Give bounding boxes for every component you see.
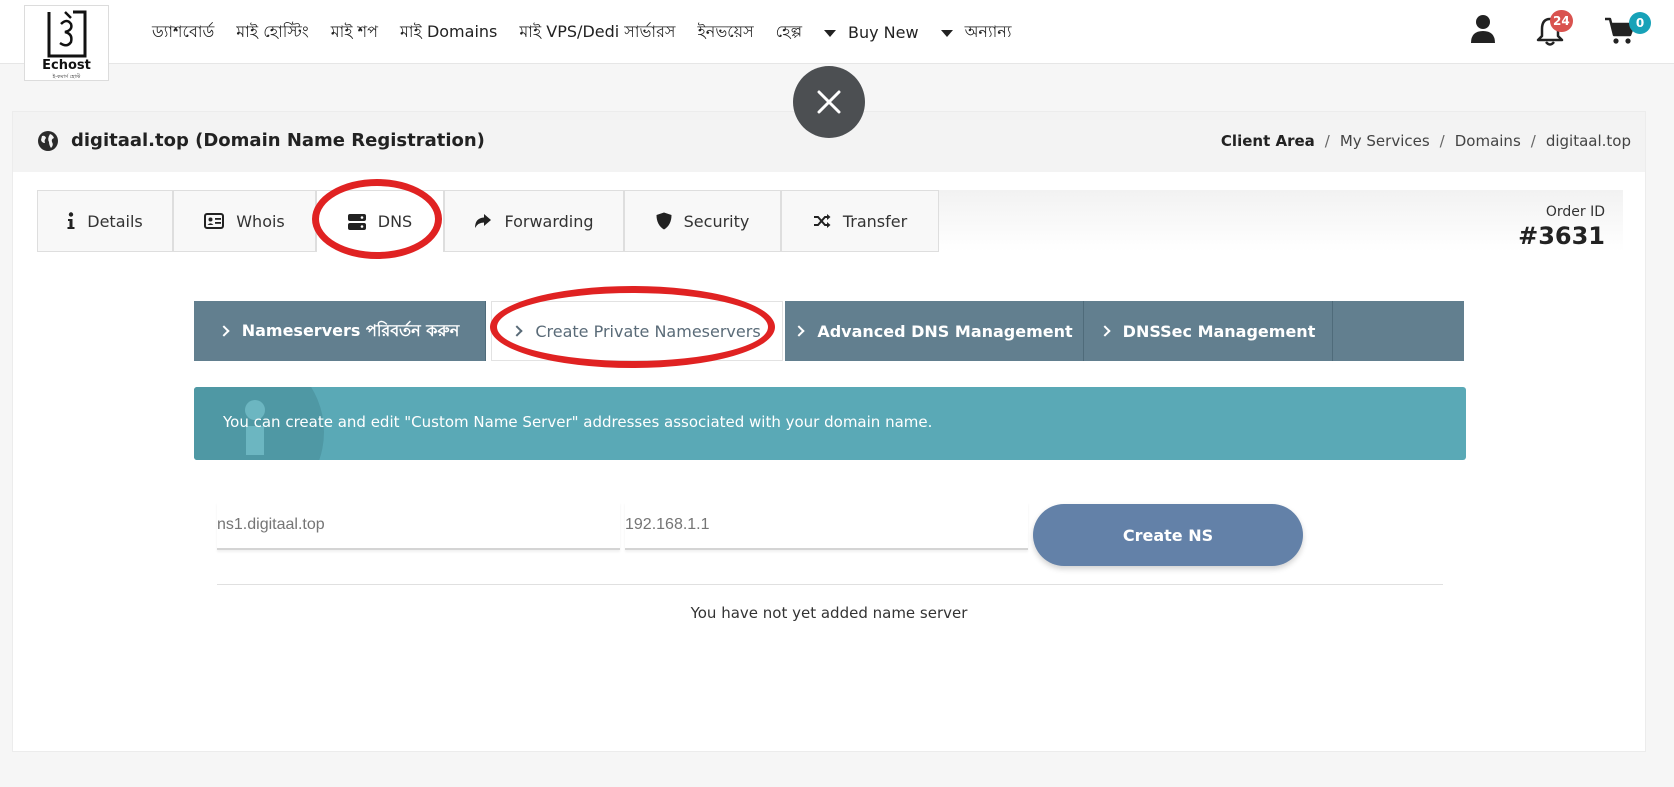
chevron-right-icon	[218, 325, 230, 337]
tab-details[interactable]: Details	[37, 190, 173, 252]
chevron-right-icon	[793, 325, 805, 337]
subtab-dnssec-label: DNSSec Management	[1122, 321, 1316, 341]
close-overlay-button[interactable]	[793, 66, 865, 138]
info-alert-text: You can create and edit "Custom Name Ser…	[223, 413, 933, 431]
tab-forwarding[interactable]: Forwarding	[444, 190, 624, 252]
top-navbar: Echost ই-কমার্স হোস্ট ড্যাশবোর্ড মাই হোস…	[0, 0, 1674, 81]
breadcrumb-separator: /	[1530, 132, 1536, 150]
share-icon	[475, 214, 492, 228]
logo-subtext: ই-কমার্স হোস্ট	[52, 74, 81, 80]
subtab-change-nameservers[interactable]: Nameservers পরিবর্তন করুন	[194, 301, 486, 361]
domain-tabs: Details Whois DNS Forwarding Security Tr…	[37, 190, 1623, 252]
notification-badge: 24	[1550, 10, 1573, 32]
server-icon	[347, 213, 366, 230]
breadcrumb-domains[interactable]: Domains	[1455, 132, 1521, 150]
ip-address-input[interactable]	[625, 502, 1028, 550]
id-card-icon	[204, 213, 225, 229]
logo-mark-icon	[47, 10, 87, 58]
nav-my-hosting[interactable]: মাই হোস্টিং	[236, 19, 308, 46]
info-alert: You can create and edit "Custom Name Ser…	[194, 387, 1466, 460]
echost-logo[interactable]: Echost ই-কমার্স হোস্ট	[24, 5, 109, 81]
nameserver-input[interactable]	[217, 502, 620, 550]
nav-dashboard[interactable]: ড্যাশবোর্ড	[152, 19, 214, 46]
subtab-create-private-nameservers[interactable]: Create Private Nameservers	[491, 301, 783, 361]
page-title: digitaal.top (Domain Name Registration)	[71, 130, 485, 151]
subtab-advanced-dns[interactable]: Advanced DNS Management	[785, 301, 1084, 361]
close-icon	[817, 90, 841, 114]
cart-badge: 0	[1629, 12, 1651, 34]
order-id-block: Order ID #3631	[1518, 204, 1605, 250]
subtab-change-nameservers-label: Nameservers পরিবর্তন করুন	[241, 320, 460, 340]
breadcrumb-client-area[interactable]: Client Area	[1221, 132, 1315, 150]
tab-security-label: Security	[683, 211, 750, 231]
nav-buy-new[interactable]: Buy New	[824, 23, 919, 42]
tab-transfer[interactable]: Transfer	[781, 190, 939, 252]
globe-icon	[38, 131, 58, 151]
tab-dns-label: DNS	[377, 212, 413, 231]
tab-security[interactable]: Security	[624, 190, 781, 252]
tab-dns[interactable]: DNS	[316, 190, 444, 252]
create-ns-button[interactable]: Create NS	[1033, 504, 1303, 566]
breadcrumb-my-services[interactable]: My Services	[1340, 132, 1430, 150]
tab-whois[interactable]: Whois	[173, 190, 316, 252]
caret-down-icon	[940, 30, 953, 37]
info-icon	[67, 212, 75, 229]
subtab-dnssec[interactable]: DNSSec Management	[1084, 301, 1333, 361]
nav-others-label: অন্যান্য	[964, 21, 1012, 41]
chevron-right-icon	[511, 325, 524, 337]
order-id-value: #3631	[1518, 222, 1605, 250]
subtab-filler	[1333, 301, 1464, 361]
main-nav: ড্যাশবোর্ড মাই হোস্টিং মাই শপ মাই Domain…	[152, 0, 1033, 64]
tab-details-label: Details	[87, 211, 143, 231]
nav-buy-new-label: Buy New	[848, 22, 919, 42]
breadcrumb-separator: /	[1324, 132, 1330, 150]
nav-my-vps[interactable]: মাই VPS/Dedi সার্ভারস	[519, 19, 675, 46]
logo-text: Echost	[42, 58, 91, 73]
user-icon[interactable]	[1470, 14, 1496, 44]
chevron-right-icon	[1098, 325, 1111, 337]
nav-my-domains[interactable]: মাই Domains	[400, 19, 497, 46]
tab-forwarding-label: Forwarding	[504, 211, 594, 231]
shuffle-icon	[813, 214, 831, 228]
tab-whois-label: Whois	[236, 211, 285, 231]
breadcrumb-separator: /	[1439, 132, 1445, 150]
domain-card: digitaal.top (Domain Name Registration) …	[12, 111, 1646, 752]
shield-icon	[656, 212, 672, 230]
form-divider	[217, 584, 1443, 585]
nav-others[interactable]: অন্যান্য	[940, 19, 1012, 46]
nav-invoices[interactable]: ইনভয়েস	[697, 19, 753, 46]
subtab-create-private-nameservers-label: Create Private Nameservers	[535, 321, 761, 341]
nav-my-shop[interactable]: মাই শপ	[331, 19, 378, 46]
breadcrumb-current: digitaal.top	[1545, 132, 1631, 150]
subtab-advanced-dns-label: Advanced DNS Management	[817, 321, 1073, 341]
empty-nameserver-message: You have not yet added name server	[690, 604, 968, 622]
breadcrumb: Client Area / My Services / Domains / di…	[1221, 132, 1631, 150]
order-id-label: Order ID	[1545, 204, 1605, 220]
tab-transfer-label: Transfer	[842, 211, 908, 231]
nav-help[interactable]: হেল্প	[776, 19, 802, 46]
caret-down-icon	[824, 30, 836, 37]
